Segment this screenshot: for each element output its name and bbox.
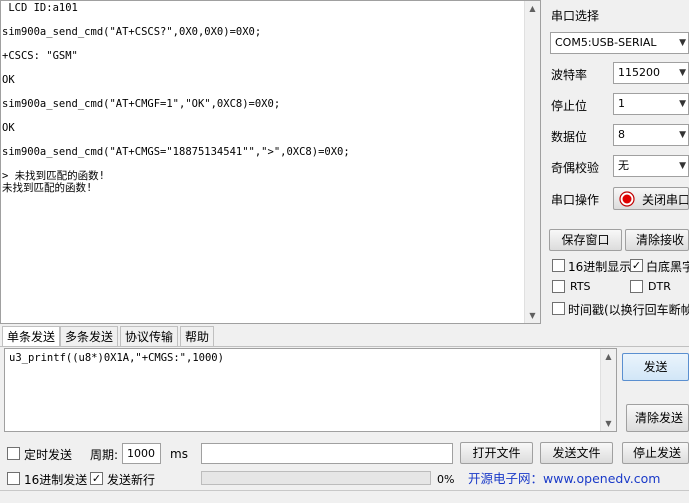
send-progress-bar (201, 471, 431, 485)
baud-select[interactable]: 115200 ▼ (613, 62, 689, 84)
tab-multi-send[interactable]: 多条发送 (60, 326, 119, 346)
port-op-label: 串口操作 (551, 193, 600, 207)
scroll-down-icon[interactable]: ▼ (525, 308, 540, 323)
baud-label: 波特率 (551, 68, 588, 82)
send-text: u3_printf((u8*)0X1A,"+CMGS:",1000) (9, 352, 224, 364)
file-path-input[interactable] (201, 443, 453, 464)
receive-line: OK (2, 122, 15, 134)
receive-line (2, 62, 524, 74)
timed-send-label: 定时发送 (24, 448, 73, 462)
port-select[interactable]: COM5:USB-SERIAL ▼ (550, 32, 689, 54)
send-newline-checkbox[interactable]: ✓ (90, 472, 103, 485)
receive-line: 未找到匹配的函数! (2, 182, 93, 194)
receive-line (2, 158, 524, 170)
save-window-button[interactable]: 保存窗口 (549, 229, 622, 251)
timestamp-label: 时间戳(以换行回车断帧) (568, 303, 689, 317)
period-label: 周期: (90, 448, 119, 462)
receive-line: sim900a_send_cmd("AT+CMGS="18875134541""… (2, 146, 350, 158)
rts-label: RTS (570, 280, 591, 293)
chevron-down-icon: ▼ (679, 38, 686, 48)
send-textarea[interactable]: u3_printf((u8*)0X1A,"+CMGS:",1000) ▲ ▼ (4, 348, 617, 432)
receive-text: LCD ID:a101 sim900a_send_cmd("AT+CSCS?",… (2, 2, 524, 323)
scroll-down-icon[interactable]: ▼ (601, 416, 616, 431)
scroll-up-icon[interactable]: ▲ (601, 349, 616, 364)
baud-value: 115200 (618, 66, 660, 79)
parity-select[interactable]: 无 ▼ (613, 155, 689, 177)
send-button[interactable]: 发送 (622, 353, 689, 381)
chevron-down-icon: ▼ (679, 68, 686, 78)
tab-divider (0, 346, 689, 347)
chevron-down-icon: ▼ (679, 130, 686, 140)
parity-value: 无 (618, 159, 629, 172)
hex-send-label: 16进制发送 (24, 473, 88, 487)
stop-send-button[interactable]: 停止发送 (622, 442, 689, 464)
rts-checkbox[interactable] (552, 280, 565, 293)
databit-label: 数据位 (551, 130, 588, 144)
close-port-button[interactable]: 关闭串口 (613, 187, 689, 210)
status-bar (0, 490, 689, 503)
chevron-down-icon: ▼ (679, 99, 686, 109)
receive-line: sim900a_send_cmd("AT+CMGF=1","OK",0XC8)=… (2, 98, 281, 110)
tab-single-send[interactable]: 单条发送 (2, 326, 61, 346)
stopbit-select[interactable]: 1 ▼ (613, 93, 689, 115)
databit-select[interactable]: 8 ▼ (613, 124, 689, 146)
receive-line (2, 110, 524, 122)
hex-display-checkbox[interactable] (552, 259, 565, 272)
send-file-button[interactable]: 发送文件 (540, 442, 613, 464)
receive-line (2, 38, 524, 50)
receive-line (2, 134, 524, 146)
progress-text: 0% (437, 473, 455, 486)
send-newline-label: 发送新行 (107, 473, 156, 487)
receive-line: sim900a_send_cmd("AT+CSCS?",0X0,0X0)=0X0… (2, 26, 262, 38)
databit-value: 8 (618, 128, 625, 141)
receive-line: > 未找到匹配的函数! (2, 170, 105, 182)
clear-send-button[interactable]: 清除发送 (626, 404, 689, 432)
receive-line (2, 86, 524, 98)
clear-receive-button[interactable]: 清除接收 (625, 229, 689, 251)
port-select-value: COM5:USB-SERIAL (555, 36, 657, 49)
parity-label: 奇偶校验 (551, 161, 600, 175)
receive-textarea[interactable]: LCD ID:a101 sim900a_send_cmd("AT+CSCS?",… (0, 0, 541, 324)
dtr-label: DTR (648, 280, 671, 293)
send-scrollbar[interactable]: ▲ ▼ (600, 349, 616, 431)
scroll-up-icon[interactable]: ▲ (525, 1, 540, 16)
timed-send-checkbox[interactable] (7, 447, 20, 460)
period-unit: ms (170, 447, 188, 461)
stopbit-label: 停止位 (551, 99, 588, 113)
brand-link[interactable]: 开源电子网：www.openedv.com (468, 468, 689, 486)
port-status-icon (619, 191, 635, 207)
hex-send-checkbox[interactable] (7, 472, 20, 485)
chevron-down-icon: ▼ (679, 161, 686, 171)
tab-protocol[interactable]: 协议传输 (120, 326, 179, 346)
port-select-label: 串口选择 (551, 9, 600, 23)
open-file-button[interactable]: 打开文件 (460, 442, 533, 464)
dtr-checkbox[interactable] (630, 280, 643, 293)
period-input[interactable]: 1000 (122, 443, 161, 464)
receive-line (2, 14, 524, 26)
receive-line: LCD ID:a101 (2, 2, 78, 14)
close-port-label: 关闭串口 (642, 193, 689, 207)
timestamp-checkbox[interactable] (552, 302, 565, 315)
hex-display-label: 16进制显示 (568, 260, 632, 274)
receive-scrollbar[interactable]: ▲ ▼ (524, 1, 540, 323)
receive-line: +CSCS: "GSM" (2, 50, 78, 62)
white-bg-checkbox[interactable]: ✓ (630, 259, 643, 272)
receive-line: OK (2, 74, 15, 86)
white-bg-label: 白底黑字 (646, 260, 689, 274)
tab-help[interactable]: 帮助 (180, 326, 215, 346)
stopbit-value: 1 (618, 97, 625, 110)
